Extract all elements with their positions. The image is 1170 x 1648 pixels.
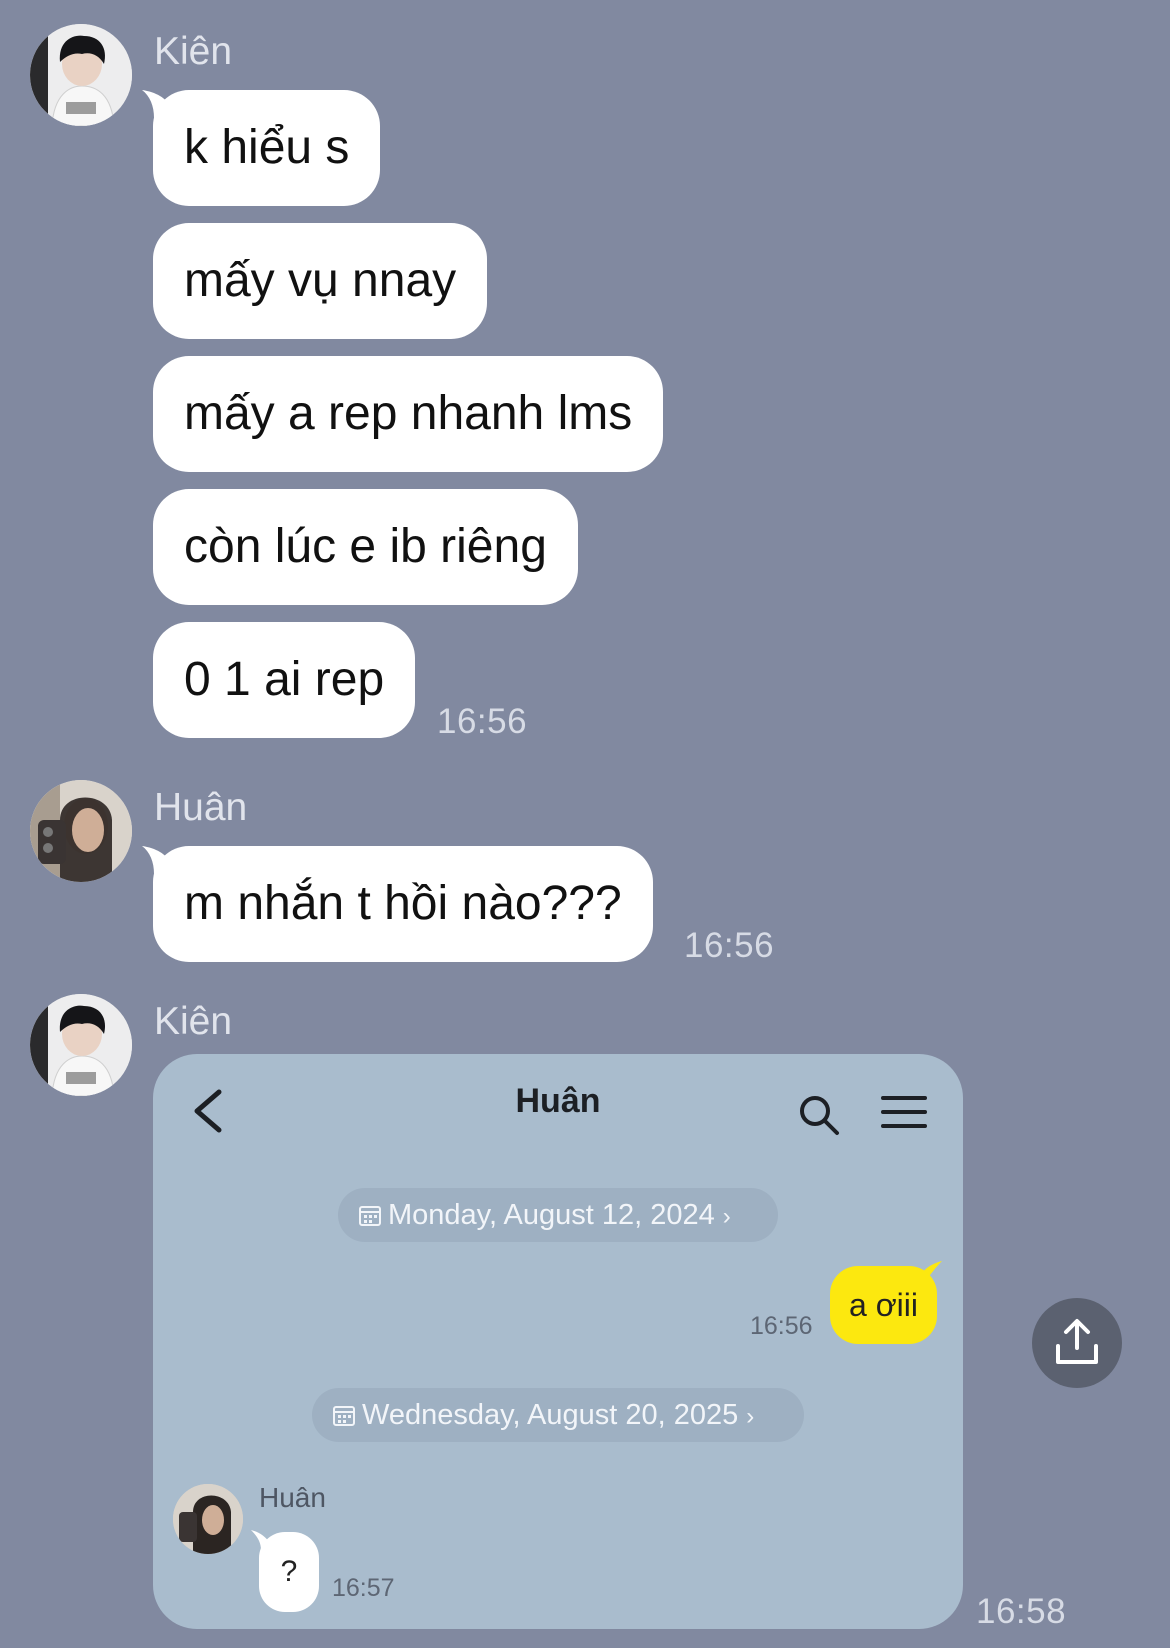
incoming-message-bubble: ? bbox=[259, 1532, 319, 1612]
message-bubble[interactable]: còn lúc e ib riêng bbox=[153, 489, 578, 605]
message-bubble[interactable]: 0 1 ai rep bbox=[153, 622, 416, 738]
calendar-icon bbox=[359, 1206, 381, 1226]
hamburger-menu-icon bbox=[881, 1096, 927, 1128]
message-bubble[interactable]: m nhắn t hồi nào??? bbox=[153, 846, 653, 962]
avatar-huan[interactable] bbox=[30, 780, 132, 882]
calendar-icon bbox=[333, 1406, 355, 1426]
sender-name: Huân bbox=[259, 1482, 326, 1513]
share-upload-icon bbox=[1056, 1319, 1098, 1364]
chevron-right-icon: › bbox=[746, 1403, 755, 1430]
sender-name: Kiên bbox=[154, 1000, 233, 1043]
outgoing-message-bubble: a ơiii bbox=[830, 1266, 937, 1344]
message-bubble[interactable]: mấy vụ nnay bbox=[153, 223, 488, 339]
avatar-kien[interactable] bbox=[30, 994, 132, 1096]
date-separator: Monday, August 12, 2024 › bbox=[338, 1188, 778, 1242]
avatar-kien-image bbox=[30, 24, 132, 126]
avatar-huan bbox=[173, 1484, 243, 1554]
chevron-right-icon: › bbox=[722, 1203, 731, 1230]
shared-screenshot-image[interactable]: Huân Monday, August 12, 2024 › a ơiii 16:… bbox=[153, 1054, 963, 1629]
message-bubble[interactable]: k hiểu s bbox=[153, 90, 381, 206]
message-timestamp: 16:56 bbox=[437, 702, 528, 741]
avatar-huan-image bbox=[30, 780, 132, 882]
sender-name: Huân bbox=[154, 786, 248, 829]
message-timestamp: 16:58 bbox=[976, 1592, 1067, 1631]
message-timestamp: 16:57 bbox=[332, 1574, 395, 1602]
share-button[interactable] bbox=[1032, 1298, 1122, 1388]
message-timestamp: 16:56 bbox=[750, 1312, 813, 1340]
avatar-kien[interactable] bbox=[30, 24, 132, 126]
message-timestamp: 16:56 bbox=[684, 926, 775, 965]
sender-name: Kiên bbox=[154, 30, 233, 73]
search-icon bbox=[800, 1096, 839, 1135]
avatar-kien-image bbox=[30, 994, 132, 1096]
date-label: Monday, August 12, 2024 bbox=[388, 1199, 715, 1231]
chat-title: Huân bbox=[515, 1082, 601, 1120]
avatar-huan-image bbox=[173, 1484, 243, 1554]
message-bubble[interactable]: mấy a rep nhanh lms bbox=[153, 356, 664, 472]
date-label: Wednesday, August 20, 2025 bbox=[362, 1399, 739, 1431]
date-separator: Wednesday, August 20, 2025 › bbox=[312, 1388, 804, 1442]
